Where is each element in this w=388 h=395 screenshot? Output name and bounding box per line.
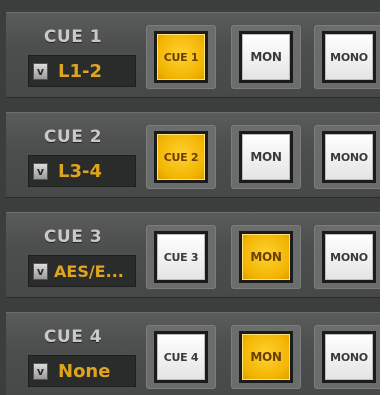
- cue-row-3: CUE 3 v AES/E... CUE 3 MON MONO: [6, 212, 380, 298]
- chevron-down-icon[interactable]: v: [33, 162, 48, 180]
- button-well: MON: [231, 225, 301, 289]
- source-select[interactable]: v L3-4: [28, 155, 136, 187]
- button-well: MON: [231, 125, 301, 189]
- chevron-down-icon[interactable]: v: [33, 62, 48, 80]
- cue-button[interactable]: CUE 1: [154, 31, 208, 83]
- cue-row-2: CUE 2 v L3-4 CUE 2 MON MONO: [6, 112, 380, 198]
- cue-label: CUE 2: [43, 127, 103, 147]
- button-well: MONO: [314, 125, 380, 189]
- mon-button[interactable]: MON: [239, 31, 293, 83]
- cue-button[interactable]: CUE 2: [154, 131, 208, 183]
- chevron-down-icon[interactable]: v: [33, 362, 48, 380]
- mono-button[interactable]: MONO: [322, 31, 376, 83]
- chevron-down-icon[interactable]: v: [33, 262, 48, 280]
- mon-button[interactable]: MON: [239, 131, 293, 183]
- cue-button[interactable]: CUE 4: [154, 331, 208, 383]
- cue-label: CUE 4: [43, 327, 103, 347]
- button-well: MONO: [314, 225, 380, 289]
- cue-label: CUE 1: [43, 27, 103, 47]
- mono-button[interactable]: MONO: [322, 131, 376, 183]
- button-well: MONO: [314, 325, 380, 389]
- source-value: AES/E...: [54, 261, 124, 281]
- source-value: None: [58, 360, 111, 382]
- button-well: CUE 1: [146, 25, 216, 89]
- cue-label: CUE 3: [43, 227, 103, 247]
- button-well: MON: [231, 25, 301, 89]
- mono-button[interactable]: MONO: [322, 231, 376, 283]
- source-value: L1-2: [58, 60, 102, 82]
- button-well: CUE 3: [146, 225, 216, 289]
- source-select[interactable]: v AES/E...: [28, 255, 136, 287]
- cue-button[interactable]: CUE 3: [154, 231, 208, 283]
- button-well: MON: [231, 325, 301, 389]
- mono-button[interactable]: MONO: [322, 331, 376, 383]
- cue-row-4: CUE 4 v None CUE 4 MON MONO: [6, 312, 380, 395]
- button-well: CUE 4: [146, 325, 216, 389]
- button-well: CUE 2: [146, 125, 216, 189]
- cue-panel: CUE 1 v L1-2 CUE 1 MON MONO CUE 2 v L3-4…: [0, 0, 380, 395]
- source-select[interactable]: v None: [28, 355, 136, 387]
- source-select[interactable]: v L1-2: [28, 55, 136, 87]
- mon-button[interactable]: MON: [239, 231, 293, 283]
- cue-row-1: CUE 1 v L1-2 CUE 1 MON MONO: [6, 12, 380, 98]
- mon-button[interactable]: MON: [239, 331, 293, 383]
- button-well: MONO: [314, 25, 380, 89]
- source-value: L3-4: [58, 160, 102, 182]
